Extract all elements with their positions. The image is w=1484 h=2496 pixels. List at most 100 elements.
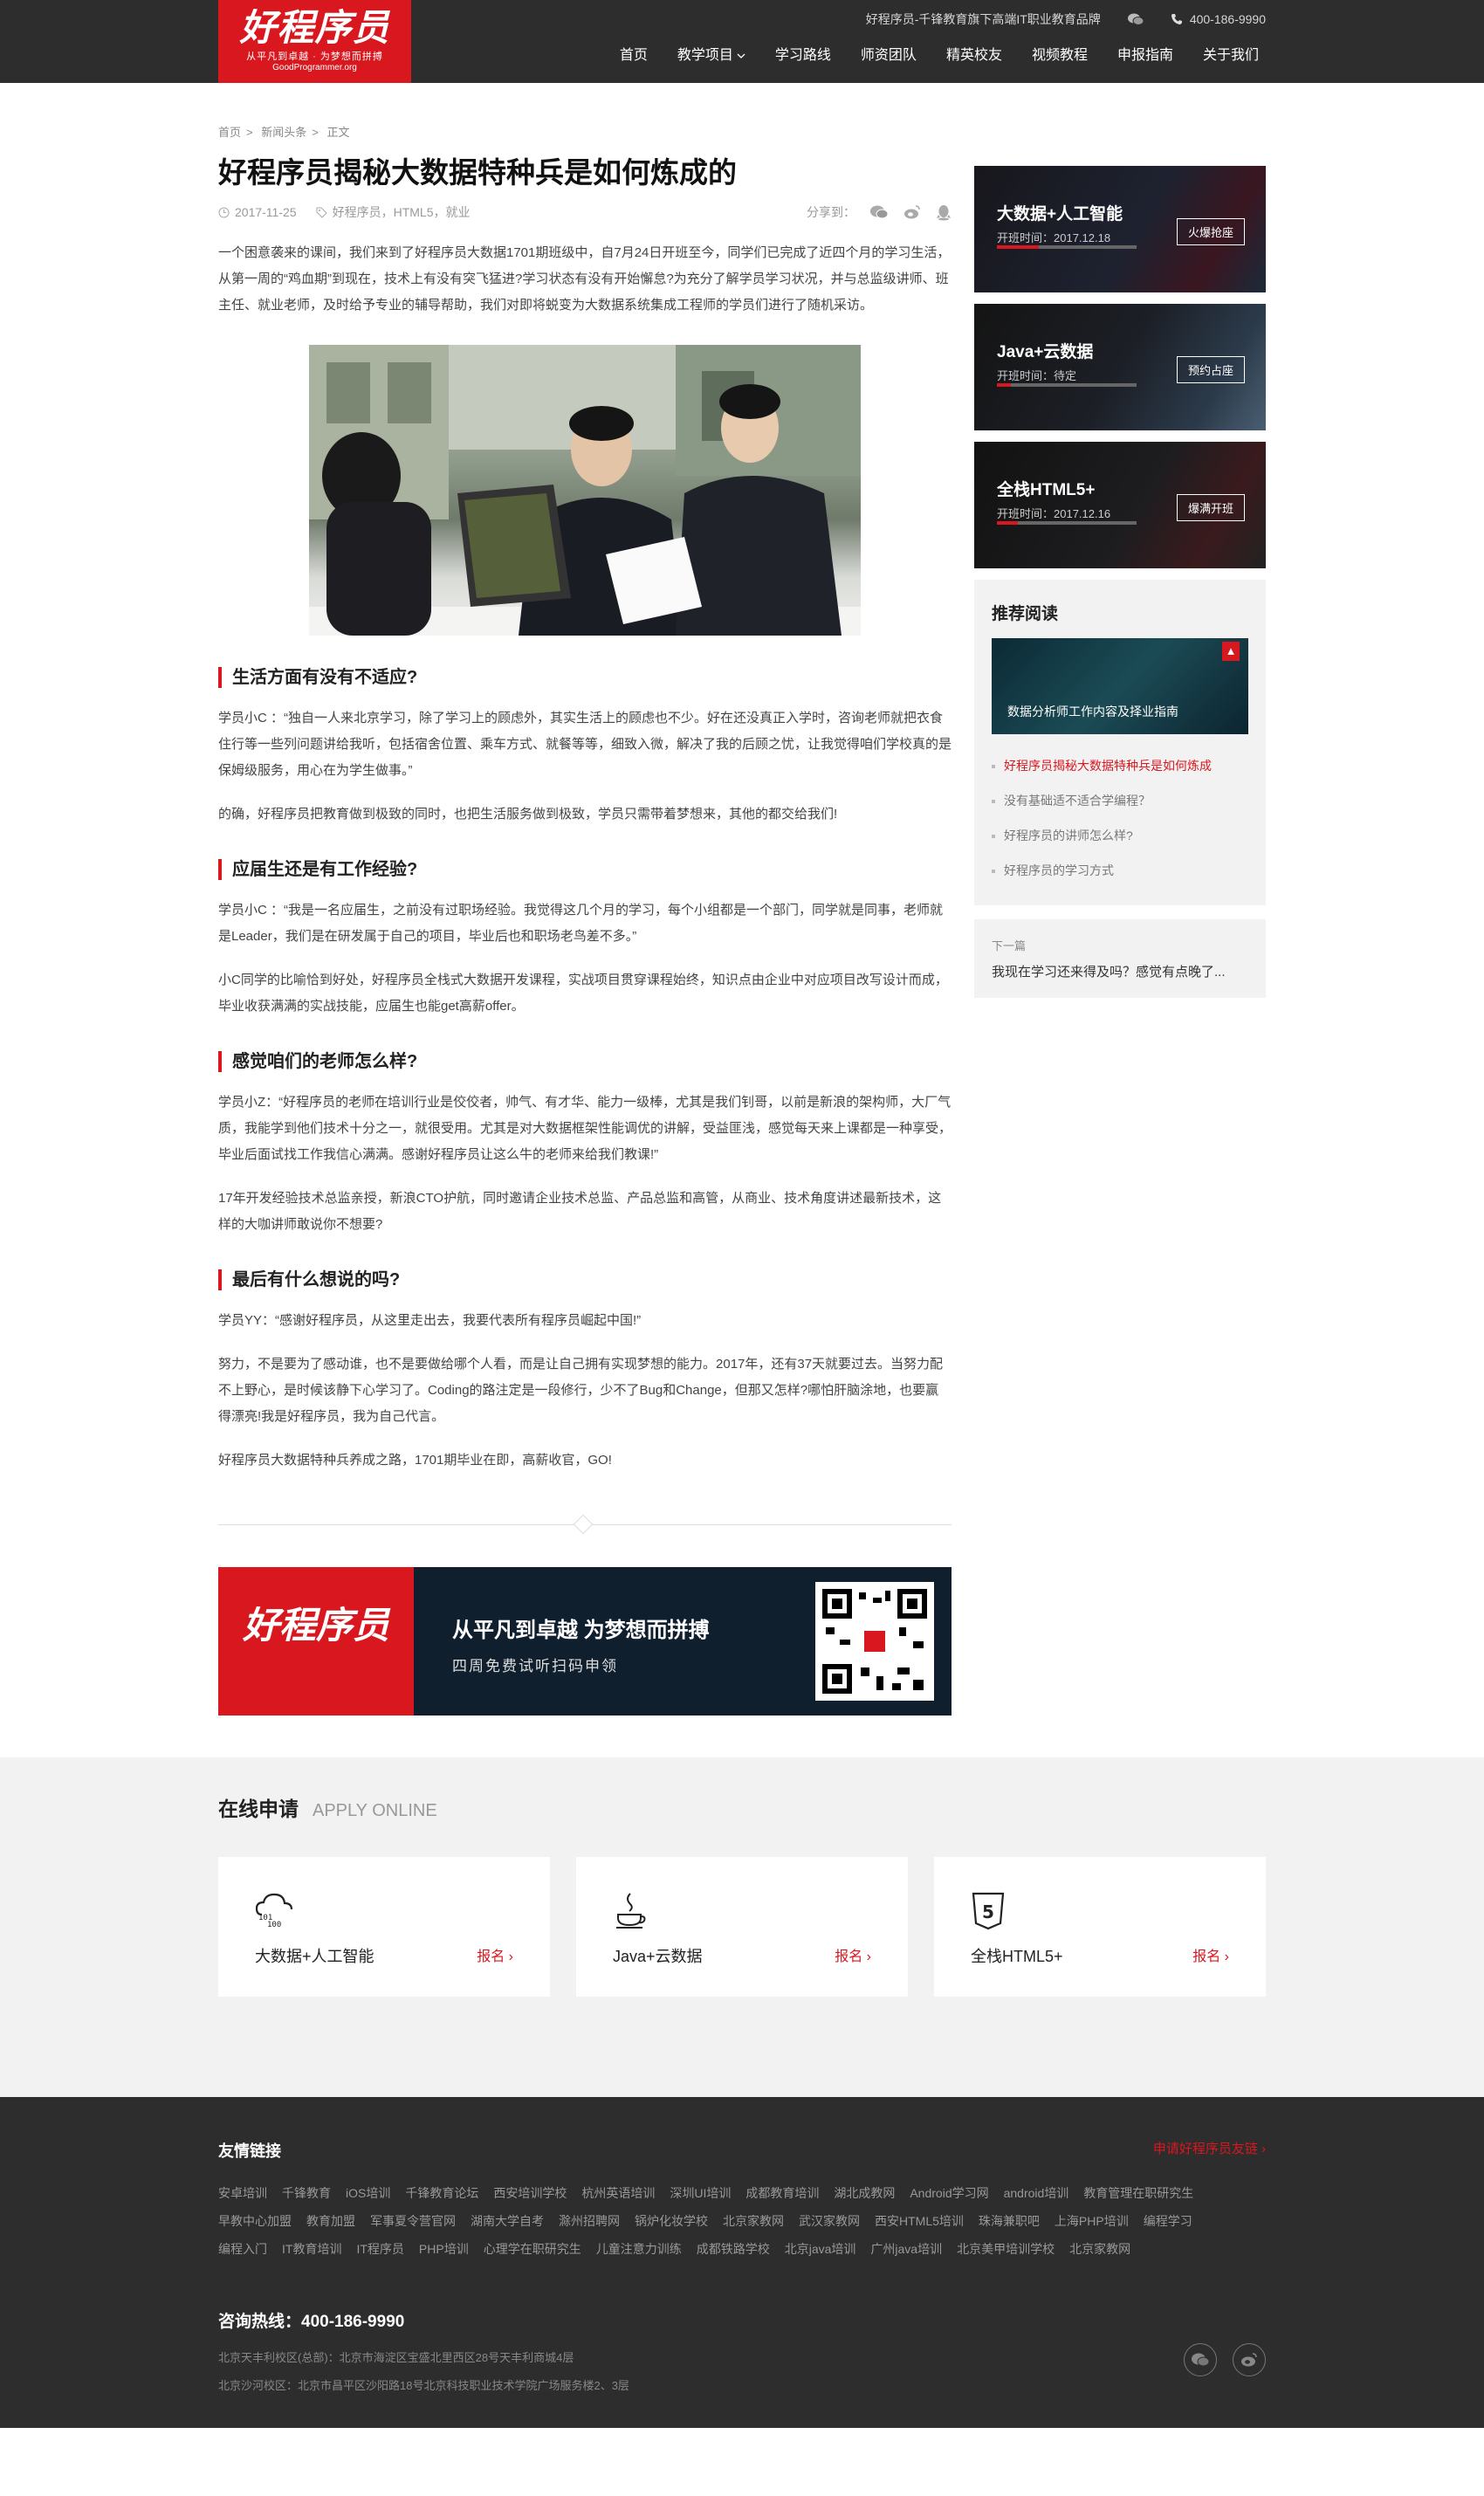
friend-link[interactable]: 军事夏令营官网 [370, 2207, 456, 2235]
apply-button[interactable]: 报名 › [835, 1944, 871, 1965]
friend-link[interactable]: 编程学习 [1144, 2207, 1192, 2235]
course-button[interactable]: 预约占座 [1176, 356, 1245, 383]
address-main: 北京天丰利校区(总部)：北京市海淀区宝盛北里西区28号天丰利商城4层 [218, 2351, 574, 2364]
friend-link[interactable]: 成都教育培训 [745, 2179, 819, 2207]
qq-share-icon[interactable] [936, 203, 952, 221]
friend-link[interactable]: iOS培训 [346, 2179, 390, 2207]
friend-link[interactable]: Android学习网 [910, 2179, 988, 2207]
promo-banner[interactable]: 好程序员 从平凡到卓越 为梦想而拼搏 四周免费试听扫码申领 [218, 1567, 952, 1716]
svg-text:100: 100 [267, 1921, 281, 1927]
friend-link[interactable]: 西安HTML5培训 [875, 2207, 964, 2235]
friend-link[interactable]: 千锋教育 [282, 2179, 331, 2207]
breadcrumb-separator: > [312, 126, 319, 139]
friend-link[interactable]: android培训 [1004, 2179, 1069, 2207]
friend-link[interactable]: 北京家教网 [1069, 2235, 1130, 2263]
friend-link[interactable]: 教育管理在职研究生 [1083, 2179, 1193, 2207]
friend-link[interactable]: IT程序员 [356, 2235, 403, 2263]
nav-label: 申报指南 [1116, 48, 1173, 63]
friend-link[interactable]: PHP培训 [419, 2235, 469, 2263]
friend-link[interactable]: 湖南大学自考 [471, 2207, 544, 2235]
list-item[interactable]: 好程序员的讲师怎么样? [992, 818, 1248, 853]
tag-icon [316, 207, 327, 218]
nav-label: 学习路线 [774, 48, 831, 63]
friend-link[interactable]: 早教中心加盟 [218, 2207, 292, 2235]
friend-link[interactable]: 武汉家教网 [799, 2207, 860, 2235]
friend-link[interactable]: 深圳UI培训 [670, 2179, 731, 2207]
friend-link[interactable]: 儿童注意力训练 [596, 2235, 682, 2263]
breadcrumb-home[interactable]: 首页 [218, 126, 241, 139]
friend-link[interactable]: 锅炉化妆学校 [635, 2207, 708, 2235]
apply-button[interactable]: 报名 › [477, 1944, 513, 1965]
nav-item-projects[interactable]: 教学项目 [663, 42, 760, 70]
apply-title-text: 在线申请 [218, 1798, 299, 1820]
course-date: 开班时间：待定 [997, 369, 1077, 382]
nav-item-videos[interactable]: 视频教程 [1017, 42, 1103, 70]
nav-item-alumni[interactable]: 精英校友 [931, 42, 1017, 70]
friend-link[interactable]: 北京美甲培训学校 [957, 2235, 1055, 2263]
friend-link[interactable]: 湖北成教网 [834, 2179, 895, 2207]
site-logo[interactable]: 好程序员 从平凡到卓越 · 为梦想而拼搏 GoodProgrammer.org [218, 0, 411, 83]
friend-link[interactable]: 北京家教网 [723, 2207, 784, 2235]
course-card-java[interactable]: Java+云数据 开班时间：待定 预约占座 [974, 304, 1266, 430]
banner-logo-text: 好程序员 [242, 1604, 389, 1647]
friend-link[interactable]: 西安培训学校 [493, 2179, 567, 2207]
friend-link[interactable]: 成都铁路学校 [697, 2235, 770, 2263]
next-article[interactable]: 下一篇 我现在学习还来得及吗？感觉有点晚了... [974, 919, 1266, 998]
course-card-bigdata[interactable]: 大数据+人工智能 开班时间：2017.12.18 火爆抢座 [974, 166, 1266, 292]
nav-item-teachers[interactable]: 师资团队 [846, 42, 931, 70]
wechat-share-icon[interactable] [869, 204, 889, 220]
nav-item-about[interactable]: 关于我们 [1188, 42, 1266, 70]
course-progress [997, 245, 1137, 249]
top-info-bar: 好程序员-千锋教育旗下高端IT职业教育品牌 400-186-9990 [866, 9, 1266, 30]
course-progress-fill [997, 521, 1018, 525]
friend-link[interactable]: 心理学在职研究生 [484, 2235, 581, 2263]
nav-item-roadmap[interactable]: 学习路线 [760, 42, 846, 70]
friend-link[interactable]: 安卓培训 [218, 2179, 267, 2207]
wechat-icon[interactable] [1127, 12, 1144, 26]
friend-link[interactable]: 广州java培训 [870, 2235, 942, 2263]
section-paragraph: 17年开发经验技术总监亲授，新浪CTO护航，同时邀请企业技术总监、产品总监和高管… [218, 1191, 942, 1232]
nav-item-guide[interactable]: 申报指南 [1103, 42, 1188, 70]
list-item[interactable]: 好程序员的学习方式 [992, 853, 1248, 888]
friend-link[interactable]: 教育加盟 [306, 2207, 355, 2235]
apply-button[interactable]: 报名 › [1192, 1944, 1229, 1965]
breadcrumb-separator: > [246, 126, 253, 139]
share-label: 分享到： [807, 205, 855, 219]
breadcrumb-current: 正文 [326, 126, 350, 139]
apply-card-java[interactable]: Java+云数据 报名 › [576, 1857, 908, 1997]
fire-icon: ▲ [1222, 642, 1240, 661]
course-button[interactable]: 火爆抢座 [1176, 218, 1245, 245]
friend-link[interactable]: 上海PHP培训 [1055, 2207, 1129, 2235]
weibo-icon[interactable] [1233, 2343, 1266, 2376]
article-photo [309, 345, 861, 636]
article-title: 好程序员揭秘大数据特种兵是如何炼成的 [218, 156, 737, 189]
apply-card-bigdata[interactable]: 101 100 大数据+人工智能 报名 › [218, 1857, 550, 1997]
apply-card-html5[interactable]: 5 全栈HTML5+ 报名 › [934, 1857, 1266, 1997]
friend-link[interactable]: 杭州英语培训 [581, 2179, 655, 2207]
friend-link[interactable]: 千锋教育论坛 [405, 2179, 478, 2207]
friend-link[interactable]: 北京java培训 [785, 2235, 856, 2263]
friend-links-title: 友情链接 [218, 2142, 281, 2160]
apply-course-name: 大数据+人工智能 [255, 1948, 374, 1965]
article-tags[interactable]: 好程序员，HTML5，就业 [333, 203, 471, 221]
nav-label: 教学项目 [677, 48, 733, 63]
section-paragraph: 努力，不是要为了感动谁，也不是要做给哪个人看，而是让自己拥有实现梦想的能力。20… [218, 1357, 944, 1424]
list-item[interactable]: 好程序员揭秘大数据特种兵是如何炼成 [992, 748, 1248, 783]
friend-link[interactable]: 珠海兼职吧 [979, 2207, 1040, 2235]
logo-text: 好程序员 [239, 6, 390, 49]
friend-link[interactable]: 编程入门 [218, 2235, 267, 2263]
wechat-icon[interactable] [1184, 2343, 1217, 2376]
friend-link[interactable]: IT教育培训 [282, 2235, 341, 2263]
breadcrumb-news[interactable]: 新闻头条 [261, 126, 306, 139]
recommended-image[interactable]: ▲ 数据分析师工作内容及择业指南 [992, 638, 1248, 734]
weibo-share-icon[interactable] [903, 204, 922, 220]
friend-link[interactable]: 滁州招聘网 [559, 2207, 620, 2235]
course-card-html5[interactable]: 全栈HTML5+ 开班时间：2017.12.16 爆满开班 [974, 442, 1266, 568]
course-button[interactable]: 爆满开班 [1176, 494, 1245, 521]
nav-item-home[interactable]: 首页 [605, 42, 663, 70]
course-date: 开班时间：2017.12.16 [997, 507, 1111, 520]
course-progress [997, 521, 1137, 525]
apply-friend-link[interactable]: 申请好程序员友链 › [1153, 2139, 1266, 2162]
phone-info: 400-186-9990 [1171, 12, 1266, 26]
list-item[interactable]: 没有基础适不适合学编程？ [992, 783, 1248, 818]
